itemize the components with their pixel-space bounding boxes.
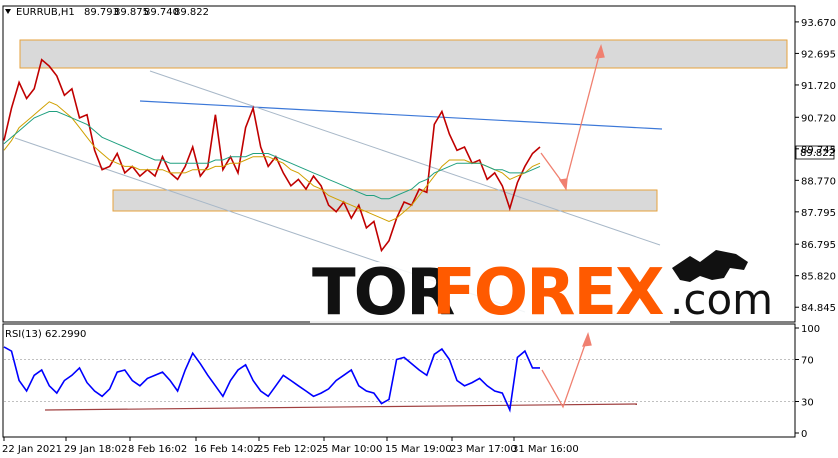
time-tick-label: 15 Mar 19:00	[385, 444, 452, 455]
price-tick-label: 92.695	[801, 49, 836, 60]
ohlc-close: 89.822	[174, 7, 209, 18]
time-tick-label: 31 Mar 16:00	[512, 444, 579, 455]
time-tick-label: 22 Jan 2021	[2, 444, 62, 455]
symbol-header: EURRUB,H1 89.793 89.875 89.740 89.822	[5, 7, 209, 18]
time-tick-label: 25 Feb 12:02	[257, 444, 323, 455]
price-tick-label: 91.720	[801, 81, 836, 92]
rsi-tick-label: 70	[801, 356, 814, 367]
price-tick-label: 90.720	[801, 113, 836, 124]
symbol-label: EURRUB,H1	[16, 7, 75, 18]
watermark-forex: FOREX	[432, 256, 664, 330]
watermark: TOR FOREX .com	[310, 250, 773, 330]
support-zone	[112, 189, 658, 212]
price-tick-label: 84.845	[801, 303, 836, 314]
time-tick-label: 5 Mar 10:00	[322, 444, 382, 455]
rsi-tick-label: 30	[801, 398, 814, 409]
rsi-tick-label: 0	[801, 429, 807, 440]
price-tick-label: 86.795	[801, 240, 836, 251]
time-tick-label: 23 Mar 17:00	[450, 444, 517, 455]
time-tick-label: 29 Jan 18:02	[64, 444, 127, 455]
rsi-tick-label: 100	[801, 324, 820, 335]
price-tick-label: 93.670	[801, 18, 836, 29]
chart: EURRUB,H1 89.793 89.875 89.740 89.822 TO…	[0, 0, 838, 458]
price-tick-label: 85.820	[801, 272, 836, 283]
watermark-com: .com	[670, 275, 773, 324]
price-tick-label: 87.795	[801, 208, 836, 219]
price-tick-label: 89.745	[801, 145, 836, 156]
time-tick-label: 8 Feb 16:02	[128, 444, 187, 455]
time-tick-label: 16 Feb 14:02	[194, 444, 260, 455]
resistance-zone	[19, 39, 788, 69]
price-tick-label: 88.770	[801, 176, 836, 187]
rsi-label: RSI(13) 62.2990	[5, 329, 86, 340]
